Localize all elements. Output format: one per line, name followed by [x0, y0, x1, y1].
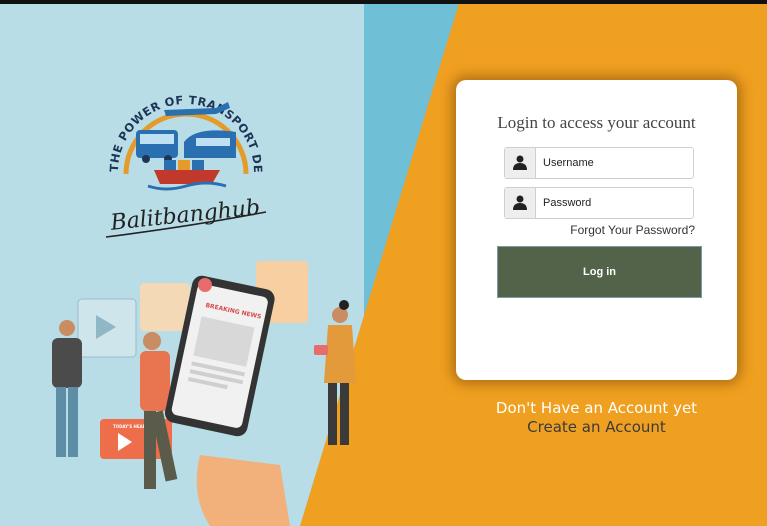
user-icon [505, 148, 536, 178]
create-account-link[interactable]: Create an Account [456, 418, 737, 436]
username-input[interactable] [536, 148, 698, 178]
man-left [52, 338, 82, 388]
login-title: Login to access your account [497, 113, 696, 132]
news-card-top [140, 283, 190, 331]
man-middle [140, 351, 170, 411]
login-card: Login to access your account Forgot Your… [456, 80, 737, 380]
news-illustration: TODAY'S HEADLINES BREAKING NEWS [52, 261, 356, 526]
login-button[interactable]: Log in [497, 246, 702, 298]
woman [324, 325, 356, 383]
svg-text:THE POWER OF TRANSPORT DEVELOP: THE POWER OF TRANSPORT DEVELOPMENT [96, 62, 265, 173]
no-account-text: Don't Have an Account yet [495, 399, 698, 417]
hand [196, 455, 290, 526]
user-icon [505, 188, 536, 218]
logo-signature: Balitbanghub [108, 195, 261, 236]
password-field[interactable] [504, 187, 698, 219]
logo-arc-text: THE POWER OF TRANSPORT DEVELOPMENT [96, 62, 265, 173]
username-field[interactable] [504, 147, 698, 179]
password-input[interactable] [536, 188, 698, 218]
browser-top-strip [0, 0, 767, 4]
forgot-password-link[interactable]: Forgot Your Password? [570, 223, 695, 237]
brand-logo: THE POWER OF TRANSPORT DEVELOPMENT Balit… [96, 62, 267, 238]
